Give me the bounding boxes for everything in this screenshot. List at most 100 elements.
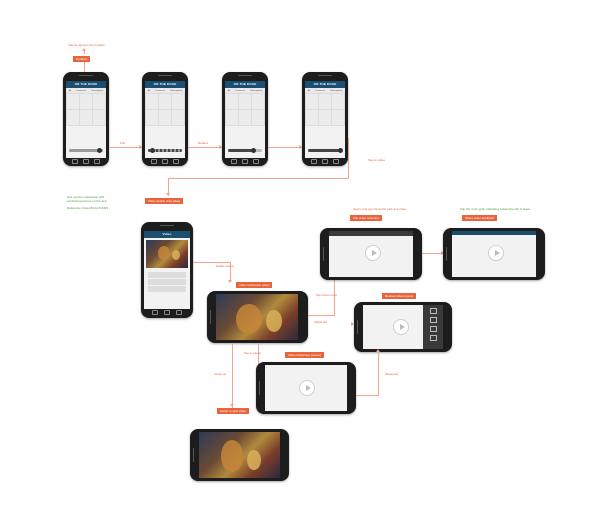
decorative-shape xyxy=(146,94,158,109)
tab-all[interactable]: All xyxy=(228,90,230,92)
seek-bar[interactable] xyxy=(69,148,103,153)
play-icon[interactable] xyxy=(365,245,381,261)
tab-all[interactable]: All xyxy=(308,90,310,92)
play-icon[interactable] xyxy=(393,319,409,335)
phone-1-screen: ON THE EDGE All Comments Subscriptions xyxy=(66,81,106,158)
seek-bar[interactable] xyxy=(308,148,343,153)
next-video[interactable] xyxy=(199,432,280,478)
arrow-head xyxy=(228,280,232,283)
clip-timeline[interactable] xyxy=(329,231,413,236)
related-list xyxy=(146,271,188,301)
nav-keys xyxy=(149,310,185,315)
tab-subscriptions[interactable]: Subscriptions xyxy=(330,90,342,92)
tab-all[interactable]: All xyxy=(69,90,71,92)
decorative-shape xyxy=(238,75,252,76)
app-title: ON THE EDGE xyxy=(145,81,185,88)
decorative-shape xyxy=(158,75,172,76)
home-icon xyxy=(161,159,168,164)
decorative-shape xyxy=(148,286,186,292)
tag-swipe-to-next-video: Swipe to next video xyxy=(217,408,250,414)
decorative-shape xyxy=(252,94,264,109)
connector xyxy=(348,138,349,178)
tab-all[interactable]: All xyxy=(148,90,150,92)
phone-related-panel xyxy=(354,302,452,352)
video-details-screen: Video xyxy=(144,231,190,309)
recents-icon xyxy=(176,310,182,315)
decorative-shape xyxy=(160,225,174,226)
arrow-head xyxy=(166,193,170,196)
decorative-shape xyxy=(319,94,331,109)
video-figure xyxy=(247,450,261,470)
decorative-shape xyxy=(319,110,331,125)
tab-subscriptions[interactable]: Subscriptions xyxy=(91,90,103,92)
tag-video-landscape-play: Video landscape (play) xyxy=(236,282,273,288)
related-video-thumb xyxy=(429,335,437,341)
play-icon[interactable] xyxy=(488,245,504,261)
connector xyxy=(232,343,233,408)
app-title: ON THE EDGE xyxy=(66,81,106,88)
tab-subscriptions[interactable]: Subscriptions xyxy=(170,90,182,92)
clip-screen xyxy=(329,231,413,277)
connector xyxy=(168,178,349,179)
landscape-video-play[interactable] xyxy=(216,294,298,340)
back-icon xyxy=(152,310,158,315)
decorative-shape xyxy=(93,110,105,125)
decorative-shape xyxy=(306,110,318,125)
connector xyxy=(378,352,379,396)
recents-icon xyxy=(94,159,101,164)
tag-duration: Duration xyxy=(73,56,91,62)
seek-handle[interactable] xyxy=(97,148,102,153)
note-swipe-left: Swipe left xyxy=(314,320,328,324)
video-grid xyxy=(225,93,265,126)
note-rotate-phone: Rotate phone xyxy=(216,264,235,268)
nav-keys xyxy=(148,159,182,164)
note-swipe-left-2: Swipe left xyxy=(385,372,399,376)
note-volume-ignore: Volume ignores the timeline xyxy=(68,43,105,47)
home-icon xyxy=(164,310,170,315)
connector xyxy=(109,147,142,148)
arrow-head xyxy=(82,48,86,51)
tab-comments[interactable]: Comments xyxy=(155,90,165,92)
tab-comments[interactable]: Comments xyxy=(235,90,245,92)
play-icon[interactable] xyxy=(299,380,315,396)
tag-video-details: Video details view (play) xyxy=(145,198,184,204)
decorative-shape xyxy=(226,110,238,125)
connector xyxy=(193,262,230,263)
green-note-line-2: control/experience on the app xyxy=(67,199,107,203)
video-thumbnail[interactable] xyxy=(146,240,188,268)
home-icon xyxy=(82,159,89,164)
phone-share-feedback xyxy=(443,228,545,280)
phone-3-screen: ON THE EDGE All Comments Subscriptions xyxy=(225,81,265,158)
tag-video-landscape-pause: Video landscape (pause) xyxy=(285,352,325,358)
tab-comments[interactable]: Comments xyxy=(315,90,325,92)
decorative-shape xyxy=(146,110,158,125)
decorative-shape xyxy=(93,94,105,109)
flow-diagram: Volume ignores the timeline Duration ON … xyxy=(0,0,600,523)
seek-bar[interactable] xyxy=(228,148,262,153)
video-figure xyxy=(221,440,243,472)
connector xyxy=(188,147,222,148)
phone-clip-selection xyxy=(320,228,422,280)
decorative-shape xyxy=(67,94,79,109)
seek-handle[interactable] xyxy=(338,148,343,153)
decorative-shape xyxy=(323,247,324,261)
related-video-thumb xyxy=(429,326,437,332)
arrow-head xyxy=(230,404,234,407)
tab-subscriptions[interactable]: Subscriptions xyxy=(250,90,262,92)
decorative-shape xyxy=(446,247,447,261)
seek-handle[interactable] xyxy=(150,148,155,153)
note-tap-on-video: Tap on video xyxy=(368,158,386,162)
note-reduce: Reduce xyxy=(198,141,209,145)
phone-3: ON THE EDGE All Comments Subscriptions xyxy=(222,72,268,166)
back-icon xyxy=(310,159,317,164)
note-swipe-up: Swipe up xyxy=(214,372,227,376)
tab-comments[interactable]: Comments xyxy=(76,90,86,92)
connector xyxy=(308,315,334,316)
seek-bar[interactable] xyxy=(148,148,182,153)
recents-icon xyxy=(173,159,180,164)
connector xyxy=(268,147,302,148)
share-bar xyxy=(452,231,536,235)
decorative-shape xyxy=(226,94,238,109)
seek-handle[interactable] xyxy=(251,148,256,153)
phone-4: ON THE EDGE All Comments Subscriptions xyxy=(302,72,348,166)
